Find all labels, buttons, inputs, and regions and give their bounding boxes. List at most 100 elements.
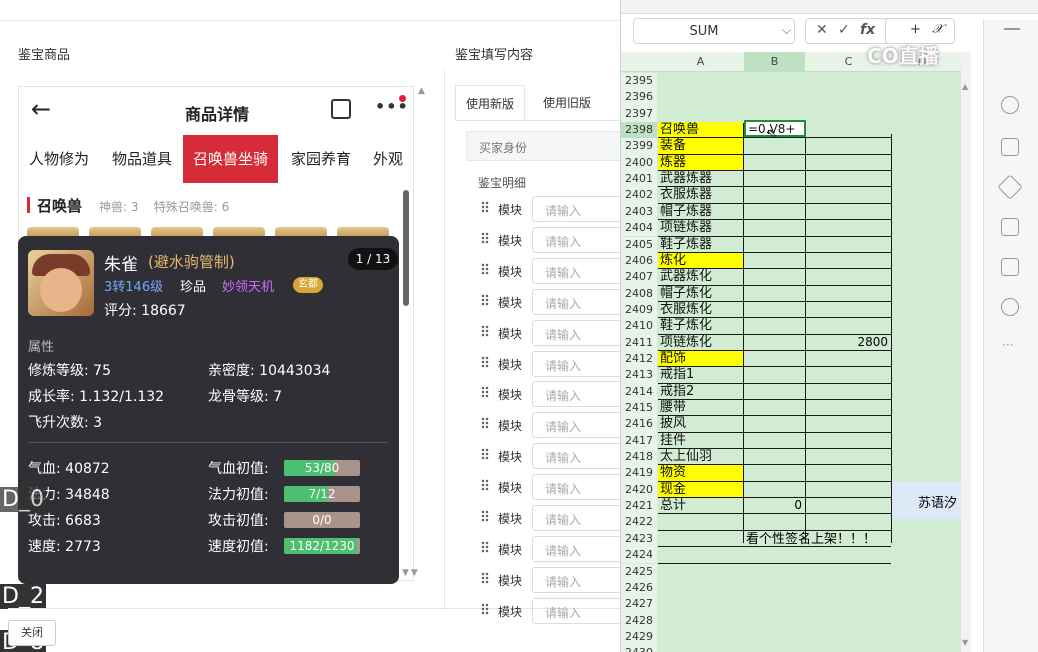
cell-a[interactable] <box>658 531 743 547</box>
sheet-vertical-scrollbar[interactable]: ▲ ▼ <box>961 52 971 652</box>
drag-handle-icon[interactable] <box>481 355 489 368</box>
cell-a[interactable]: 武器炼化 <box>658 269 743 285</box>
row-header[interactable]: 2415 <box>621 400 657 417</box>
drag-handle-icon[interactable] <box>481 571 489 584</box>
cell-a[interactable]: 总计 <box>658 498 743 514</box>
cell-a[interactable]: 戒指2 <box>658 384 743 400</box>
filter-icon[interactable] <box>1001 258 1019 276</box>
drag-handle-icon[interactable] <box>481 324 489 337</box>
cell-a[interactable] <box>658 580 743 596</box>
cell-a[interactable] <box>658 106 743 122</box>
cell-a[interactable]: 腰带 <box>658 400 743 416</box>
cell-a[interactable]: 衣服炼化 <box>658 302 743 318</box>
pin-icon[interactable] <box>997 174 1023 200</box>
module-input[interactable]: 请输入 <box>532 319 628 346</box>
tab-new-version[interactable]: 使用新版 <box>455 85 526 121</box>
drag-handle-icon[interactable] <box>481 479 489 492</box>
row-header[interactable]: 2429 <box>621 628 657 646</box>
cell-a[interactable] <box>658 73 743 89</box>
close-button[interactable]: 关闭 <box>8 620 56 646</box>
row-header[interactable]: 2406 <box>621 252 657 270</box>
cell-a[interactable]: 炼化 <box>658 252 743 270</box>
settings-icon[interactable] <box>1001 96 1019 114</box>
cell-a[interactable] <box>658 564 743 580</box>
module-input[interactable]: 请输入 <box>532 597 628 624</box>
help-icon[interactable] <box>1001 298 1019 316</box>
cell-a[interactable] <box>658 89 743 105</box>
column-header-b[interactable]: B <box>744 52 805 72</box>
cell-a[interactable]: 炼器 <box>658 154 743 172</box>
tab-pets-mounts[interactable]: 召唤兽坐骑 <box>183 135 279 183</box>
scroll-down-icon[interactable]: ▼ <box>962 638 968 647</box>
row-header[interactable]: 2396 <box>621 89 657 106</box>
confirm-formula-button[interactable]: ✓ <box>838 22 850 38</box>
module-input[interactable]: 请输入 <box>532 257 628 284</box>
drag-handle-icon[interactable] <box>481 262 489 275</box>
cell-a[interactable]: 鞋子炼化 <box>658 318 743 334</box>
detail-scrollbar[interactable] <box>403 190 409 306</box>
cell-a[interactable]: 鞋子炼器 <box>658 237 743 253</box>
row-header[interactable]: 2419 <box>621 465 657 482</box>
cell-b2421[interactable]: 0 <box>744 498 802 512</box>
module-input[interactable]: 请输入 <box>532 535 628 562</box>
name-box[interactable]: SUM ⌵ <box>633 18 795 44</box>
cell-a[interactable]: 召唤兽 <box>658 122 743 139</box>
drag-handle-icon[interactable] <box>481 386 489 399</box>
share-icon[interactable] <box>331 99 351 119</box>
cell-a[interactable]: 装备 <box>658 138 743 155</box>
row-header[interactable]: 2401 <box>621 171 657 188</box>
module-input[interactable]: 请输入 <box>532 196 628 222</box>
row-header[interactable]: 2423 <box>621 530 657 548</box>
row-header[interactable]: 2411 <box>621 334 657 351</box>
drag-handle-icon[interactable] <box>481 510 489 522</box>
module-input[interactable]: 请输入 <box>532 412 628 439</box>
module-input[interactable]: 请输入 <box>532 474 628 501</box>
tab-character[interactable]: 人物修为 <box>29 135 89 183</box>
buyer-identity-box[interactable]: 买家身份 <box>466 131 626 161</box>
module-input[interactable]: 请输入 <box>532 350 628 377</box>
drag-handle-icon[interactable] <box>481 231 489 244</box>
row-header[interactable]: 2402 <box>621 187 657 204</box>
row-header[interactable]: 2426 <box>621 579 657 597</box>
module-input[interactable]: 请输入 <box>532 226 628 253</box>
drag-handle-icon[interactable] <box>481 201 489 213</box>
row-header[interactable]: 2424 <box>621 547 657 564</box>
drag-handle-icon[interactable] <box>481 417 489 430</box>
row-header[interactable]: 2428 <box>621 612 657 629</box>
row-header[interactable]: 2409 <box>621 301 657 319</box>
module-input[interactable]: 请输入 <box>532 505 628 531</box>
cell-a[interactable]: 戒指1 <box>658 367 743 383</box>
row-header[interactable]: 2414 <box>621 383 657 400</box>
drag-handle-icon[interactable] <box>481 448 489 461</box>
row-header[interactable]: 2420 <box>621 481 657 499</box>
cell-a[interactable] <box>658 547 743 563</box>
insert-function-button[interactable]: fx <box>860 22 875 38</box>
scroll-down-icon[interactable]: ▼▼ <box>402 568 420 578</box>
cell-a[interactable]: 项链炼器 <box>658 220 743 236</box>
row-header[interactable]: 2413 <box>621 367 657 384</box>
drag-handle-icon[interactable] <box>481 293 489 306</box>
module-input[interactable]: 请输入 <box>532 381 628 408</box>
row-header[interactable]: 2405 <box>621 236 657 253</box>
collapse-icon[interactable] <box>1004 28 1020 30</box>
tab-home[interactable]: 家园养育 <box>291 135 351 183</box>
table-icon[interactable] <box>1001 138 1019 156</box>
cell-a[interactable] <box>658 596 743 612</box>
row-header[interactable]: 2410 <box>621 318 657 335</box>
cell-a[interactable]: 衣服炼器 <box>658 187 743 203</box>
row-header[interactable]: 2408 <box>621 285 657 302</box>
row-header[interactable]: 2416 <box>621 416 657 433</box>
cell-a[interactable]: 帽子炼化 <box>658 286 743 302</box>
row-header[interactable]: 2427 <box>621 596 657 613</box>
row-header[interactable]: 2399 <box>621 138 657 155</box>
row-header[interactable]: 2430 <box>621 645 657 652</box>
tab-appearance[interactable]: 外观 <box>373 135 403 183</box>
row-header[interactable]: 2425 <box>621 563 657 580</box>
cell-a[interactable]: 挂件 <box>658 433 743 449</box>
row-header[interactable]: 2422 <box>621 514 657 531</box>
row-header[interactable]: 2404 <box>621 220 657 237</box>
scroll-up-icon[interactable]: ▲ <box>418 86 425 96</box>
chevron-down-icon[interactable]: ⌵ <box>782 23 791 38</box>
module-input[interactable]: 请输入 <box>532 443 628 470</box>
cell-a[interactable]: 配饰 <box>658 350 743 368</box>
